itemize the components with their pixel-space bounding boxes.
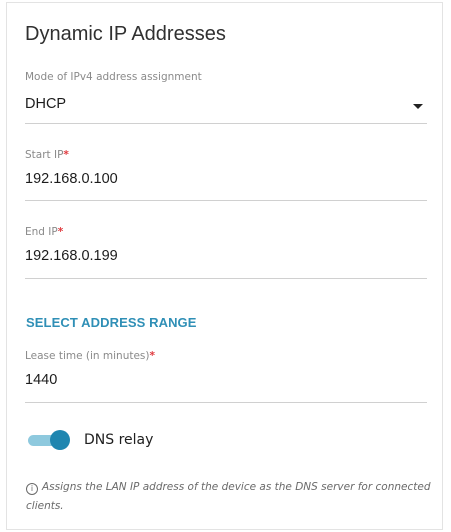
required-marker: *	[63, 149, 69, 161]
info-icon: i	[26, 483, 38, 495]
dns-relay-hint: i Assigns the LAN IP address of the devic…	[26, 478, 436, 516]
end-ip-field[interactable]: End IP* 192.168.0.199	[25, 226, 427, 279]
end-ip-label: End IP	[25, 226, 58, 238]
dns-relay-toggle[interactable]	[28, 430, 72, 450]
lease-time-value[interactable]: 1440	[25, 372, 427, 388]
mode-select[interactable]: Mode of IPv4 address assignment DHCP	[25, 71, 427, 124]
start-ip-value[interactable]: 192.168.0.100	[25, 171, 427, 187]
start-ip-field[interactable]: Start IP* 192.168.0.100	[25, 149, 427, 201]
select-address-range-button[interactable]: SELECT ADDRESS RANGE	[26, 315, 197, 330]
dynamic-ip-card: Dynamic IP Addresses Mode of IPv4 addres…	[6, 2, 443, 530]
mode-label: Mode of IPv4 address assignment	[25, 71, 202, 83]
section-title: Dynamic IP Addresses	[25, 23, 226, 45]
start-ip-label: Start IP	[25, 149, 64, 161]
required-marker: *	[149, 350, 156, 362]
hint-text: Assigns the LAN IP address of the device…	[26, 481, 431, 512]
lease-time-field[interactable]: Lease time (in minutes)* 1440	[25, 350, 427, 403]
toggle-knob	[50, 430, 70, 450]
required-marker: *	[57, 226, 64, 238]
lease-time-label: Lease time (in minutes)	[25, 350, 150, 362]
end-ip-value[interactable]: 192.168.0.199	[25, 248, 427, 264]
dns-relay-label: DNS relay	[84, 432, 154, 448]
mode-value: DHCP	[25, 96, 67, 112]
chevron-down-icon[interactable]	[413, 104, 423, 109]
